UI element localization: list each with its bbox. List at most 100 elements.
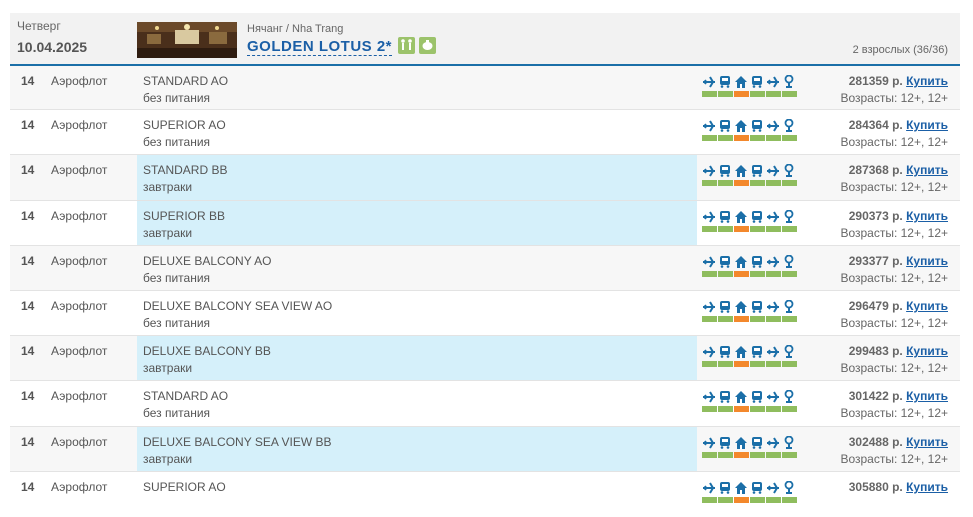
price: 305880 р. — [848, 480, 903, 494]
buy-link[interactable]: Купить — [906, 389, 948, 403]
insurance-icon[interactable] — [782, 345, 796, 358]
bus-icon[interactable] — [718, 300, 732, 313]
plane-icon[interactable] — [702, 481, 716, 494]
bus-icon[interactable] — [718, 75, 732, 88]
insurance-icon[interactable] — [782, 75, 796, 88]
room-type: DELUXE BALCONY BB — [143, 344, 271, 358]
plane-icon[interactable] — [702, 119, 716, 132]
service-status-bar — [766, 180, 781, 186]
bus-icon[interactable] — [718, 345, 732, 358]
insurance-icon[interactable] — [782, 300, 796, 313]
house-icon[interactable] — [734, 255, 748, 268]
insurance-icon[interactable] — [782, 436, 796, 449]
bus-icon[interactable] — [750, 481, 764, 494]
buy-link[interactable]: Купить — [906, 118, 948, 132]
plane-icon[interactable] — [702, 436, 716, 449]
bus-icon[interactable] — [750, 345, 764, 358]
bus-icon[interactable] — [718, 481, 732, 494]
plane-icon[interactable] — [766, 481, 780, 494]
bus-icon[interactable] — [750, 255, 764, 268]
service-status-bar — [734, 361, 749, 367]
buy-link[interactable]: Купить — [906, 74, 948, 88]
house-icon[interactable] — [734, 481, 748, 494]
buy-link[interactable]: Купить — [906, 344, 948, 358]
price-block: 302488 р. Купить — [849, 435, 948, 449]
bus-icon[interactable] — [718, 119, 732, 132]
bus-icon[interactable] — [718, 255, 732, 268]
service-status-bar — [734, 406, 749, 412]
service-status-bar — [782, 361, 797, 367]
airline: Аэрофлот — [51, 118, 108, 132]
bus-icon[interactable] — [718, 390, 732, 403]
service-status-bar — [750, 452, 765, 458]
insurance-icon[interactable] — [782, 119, 796, 132]
house-icon[interactable] — [734, 75, 748, 88]
service-status-bar — [766, 361, 781, 367]
bus-icon[interactable] — [718, 164, 732, 177]
hotel-photo[interactable] — [137, 22, 237, 58]
service-status-bar — [702, 91, 717, 97]
room-type: STANDARD AO — [143, 389, 229, 403]
service-status-bar — [718, 497, 733, 503]
house-icon[interactable] — [734, 119, 748, 132]
service-status-bar — [766, 226, 781, 232]
buy-link[interactable]: Купить — [906, 480, 948, 494]
airline: Аэрофлот — [51, 389, 108, 403]
plane-icon[interactable] — [702, 255, 716, 268]
plane-icon[interactable] — [766, 255, 780, 268]
bus-icon[interactable] — [750, 164, 764, 177]
room-type: SUPERIOR AO — [143, 480, 226, 494]
result-row: 14 Аэрофлот STANDARD AO без питания 301422 р… — [10, 380, 960, 426]
hotel-header: Четверг 10.04.2025 Нячанг / Nha Trang GO… — [10, 13, 960, 65]
house-icon[interactable] — [734, 436, 748, 449]
service-status-bar — [766, 271, 781, 277]
plane-icon[interactable] — [766, 164, 780, 177]
plane-icon[interactable] — [766, 436, 780, 449]
bus-icon[interactable] — [718, 210, 732, 223]
bus-icon[interactable] — [750, 300, 764, 313]
buy-link[interactable]: Купить — [906, 209, 948, 223]
insurance-icon[interactable] — [782, 255, 796, 268]
house-icon[interactable] — [734, 390, 748, 403]
bus-icon[interactable] — [750, 390, 764, 403]
service-icons — [702, 481, 802, 505]
house-icon[interactable] — [734, 210, 748, 223]
house-icon[interactable] — [734, 164, 748, 177]
bus-icon[interactable] — [750, 210, 764, 223]
buy-link[interactable]: Купить — [906, 163, 948, 177]
bus-icon[interactable] — [750, 75, 764, 88]
service-status-bar — [734, 135, 749, 141]
hotel-name-link[interactable]: GOLDEN LOTUS 2* — [247, 38, 393, 56]
buy-link[interactable]: Купить — [906, 254, 948, 268]
house-icon[interactable] — [734, 345, 748, 358]
buy-link[interactable]: Купить — [906, 299, 948, 313]
plane-icon[interactable] — [702, 75, 716, 88]
plane-icon[interactable] — [702, 300, 716, 313]
plane-icon[interactable] — [766, 119, 780, 132]
plane-icon[interactable] — [702, 210, 716, 223]
plane-icon[interactable] — [702, 345, 716, 358]
bus-icon[interactable] — [718, 436, 732, 449]
bus-icon[interactable] — [750, 436, 764, 449]
house-icon[interactable] — [734, 300, 748, 313]
ages: Возрасты: 12+, 12+ — [840, 406, 948, 420]
service-status-bar — [702, 361, 717, 367]
insurance-icon[interactable] — [782, 210, 796, 223]
insurance-icon[interactable] — [782, 390, 796, 403]
plane-icon[interactable] — [766, 300, 780, 313]
price: 281359 р. — [848, 74, 903, 88]
room-type: DELUXE BALCONY SEA VIEW AO — [143, 299, 333, 313]
insurance-icon[interactable] — [782, 164, 796, 177]
plane-icon[interactable] — [766, 210, 780, 223]
plane-icon[interactable] — [702, 390, 716, 403]
plane-icon[interactable] — [766, 345, 780, 358]
insurance-icon[interactable] — [782, 481, 796, 494]
buy-link[interactable]: Купить — [906, 435, 948, 449]
room-type: DELUXE BALCONY SEA VIEW BB — [143, 435, 332, 449]
bus-icon[interactable] — [750, 119, 764, 132]
plane-icon[interactable] — [702, 164, 716, 177]
plane-icon[interactable] — [766, 75, 780, 88]
plane-icon[interactable] — [766, 390, 780, 403]
service-icons — [702, 164, 802, 188]
airline: Аэрофлот — [51, 435, 108, 449]
